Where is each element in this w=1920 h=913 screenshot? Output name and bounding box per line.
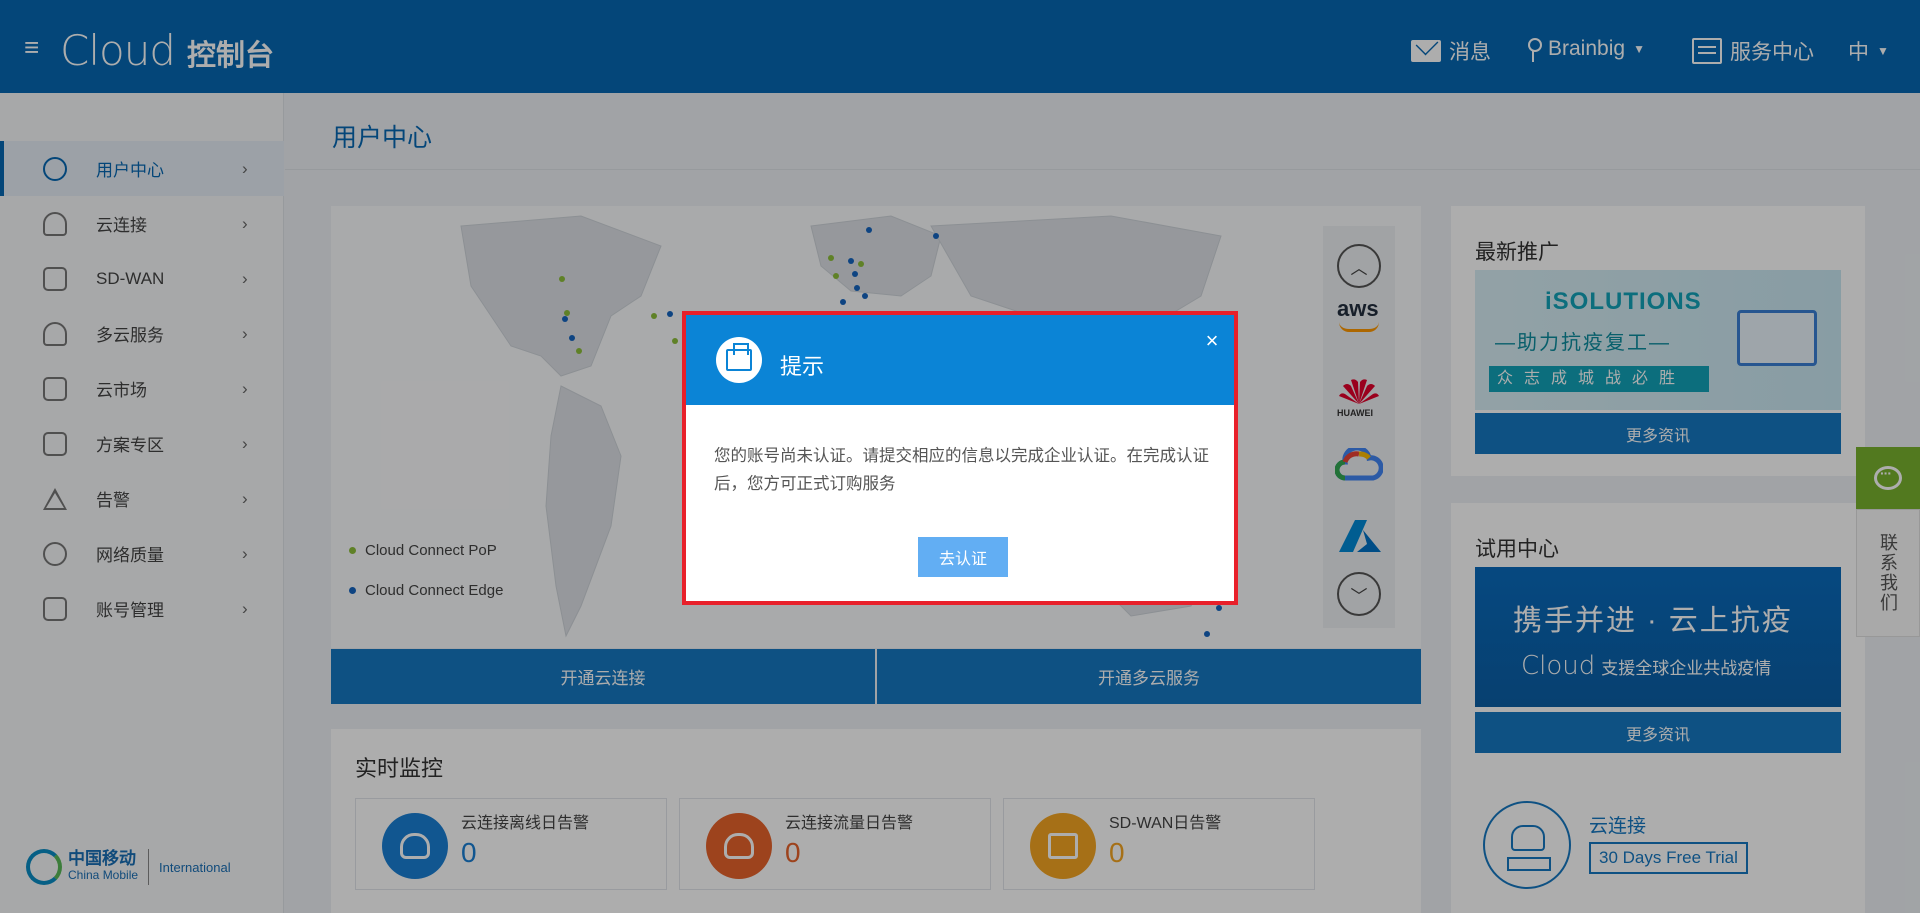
dialog-header: 提示 × [686, 315, 1234, 405]
close-icon[interactable]: × [1202, 330, 1222, 352]
verify-button[interactable]: 去认证 [918, 537, 1008, 577]
notice-dialog: 提示 × 您的账号尚未认证。请提交相应的信息以完成企业认证。在完成认证后，您方可… [682, 311, 1238, 605]
inbox-icon [716, 337, 762, 383]
dialog-message: 您的账号尚未认证。请提交相应的信息以完成企业认证。在完成认证后，您方可正式订购服… [714, 447, 1209, 493]
dialog-title: 提示 [780, 354, 825, 379]
